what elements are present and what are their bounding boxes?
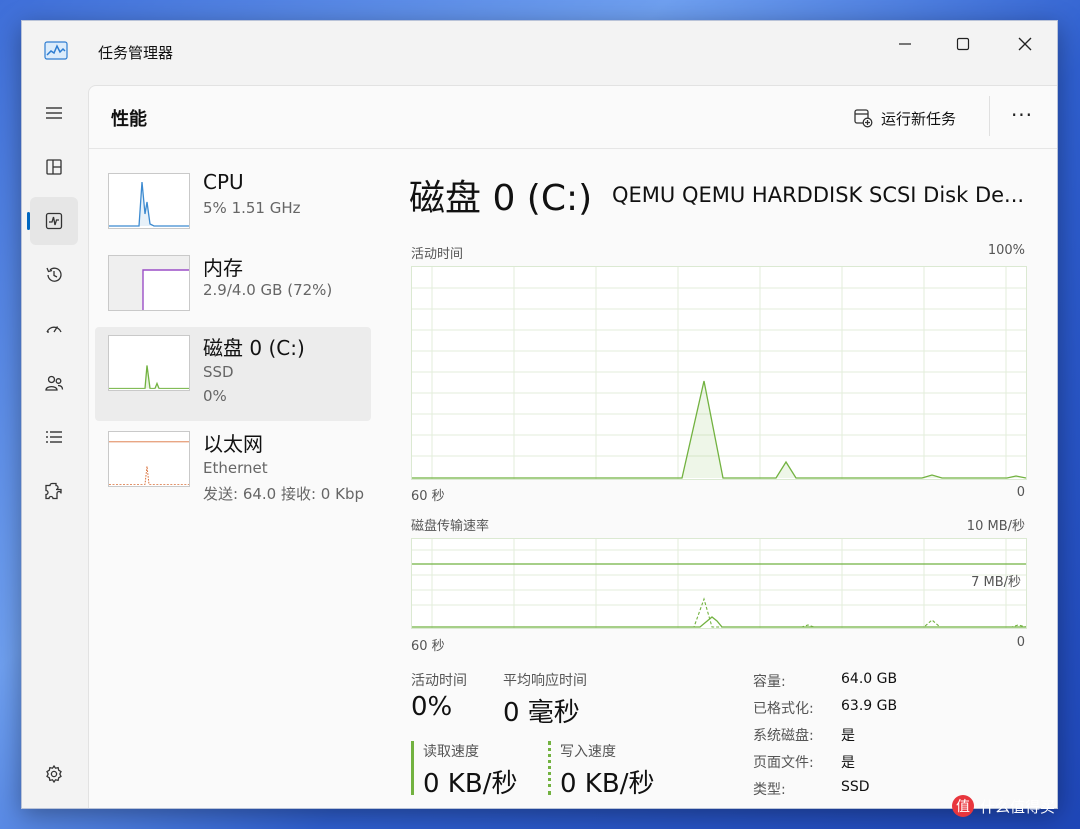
nav-settings[interactable]: [30, 750, 78, 798]
disk-thumbnail-graph: [108, 335, 190, 391]
read-speed-label: 读取速度: [423, 744, 479, 760]
transfer-graph-min: 0: [1016, 635, 1025, 650]
formatted-value: 63.9 GB: [841, 698, 898, 714]
device-list: CPU 5% 1.51 GHz 内存 2.9/4.0 GB (72%) 磁盘 0…: [89, 149, 379, 808]
minimize-button[interactable]: [882, 27, 928, 61]
read-speed-indicator: [411, 741, 414, 795]
nav-processes[interactable]: [30, 143, 78, 191]
window-title: 任务管理器: [98, 44, 174, 62]
disk-detail-panel: 磁盘 0 (C:) QEMU QEMU HARDDISK SCSI Disk D…: [409, 149, 1029, 808]
header-divider: [989, 96, 990, 136]
transfer-graph-mid: 7 MB/秒: [971, 575, 1021, 590]
device-stats: 5% 1.51 GHz: [203, 199, 301, 217]
watermark-badge: 值: [952, 795, 974, 817]
activity-graph-max: 100%: [987, 243, 1025, 258]
write-speed-label: 写入速度: [560, 744, 616, 760]
transfer-graph-label: 磁盘传输速率: [411, 519, 490, 534]
nav-app-history[interactable]: [30, 251, 78, 299]
performance-page: 性能 运行新任务 ··· CPU 5% 1.51 GHz 内存 2.9/4.0 …: [88, 85, 1057, 808]
system-disk-value: 是: [841, 728, 855, 744]
memory-thumbnail-graph: [108, 255, 190, 311]
task-manager-app-icon: [44, 39, 68, 63]
task-manager-window: 任务管理器 性能 运行新任务 ··· CPU 5% 1.51 GHz 内存 2.…: [21, 20, 1058, 809]
page-title: 性能: [111, 109, 147, 130]
details-icon: [46, 431, 62, 443]
processes-icon: [46, 159, 62, 175]
nav-startup[interactable]: [30, 305, 78, 353]
settings-icon: [46, 764, 62, 784]
watermark-text: 什么值得买: [980, 797, 1056, 816]
device-adapter: Ethernet: [203, 459, 268, 477]
activity-time-graph: [411, 266, 1027, 480]
page-file-value: 是: [841, 755, 855, 771]
transfer-rate-graph: [411, 538, 1027, 629]
nav-services[interactable]: [30, 467, 78, 515]
page-file-label: 页面文件:: [753, 755, 814, 771]
run-new-task-button[interactable]: 运行新任务: [853, 104, 956, 132]
activity-graph-time: 60 秒: [411, 489, 445, 504]
site-watermark: 值 什么值得买: [952, 795, 1055, 817]
run-new-task-label: 运行新任务: [881, 109, 957, 128]
menu-button[interactable]: [30, 89, 78, 137]
device-stats: 2.9/4.0 GB (72%): [203, 281, 333, 299]
maximize-icon: [956, 37, 970, 51]
type-value: SSD: [841, 779, 870, 795]
device-type: SSD: [203, 363, 234, 381]
navigation-rail: [22, 85, 86, 808]
transfer-graph-time: 60 秒: [411, 639, 445, 654]
type-label: 类型:: [753, 782, 786, 798]
activity-graph-label: 活动时间: [411, 247, 464, 262]
page-header: 性能 运行新任务 ···: [89, 86, 1057, 149]
close-button[interactable]: [1002, 27, 1048, 61]
run-task-icon: [854, 109, 873, 128]
write-speed-value: 0 KB/秒: [560, 769, 655, 799]
avg-response-value: 0 毫秒: [503, 698, 580, 728]
close-icon: [1018, 37, 1032, 51]
device-name: CPU: [203, 170, 244, 194]
app-history-icon: [46, 267, 62, 282]
write-speed-indicator: [548, 741, 551, 795]
activity-graph-min: 0: [1016, 485, 1025, 500]
services-icon: [45, 482, 62, 500]
title-bar: 任务管理器: [22, 21, 1057, 85]
device-stats: 发送: 64.0 接收: 0 Kbp: [203, 485, 365, 503]
capacity-value: 64.0 GB: [841, 671, 898, 687]
users-icon: [45, 375, 64, 391]
device-name: 以太网: [203, 432, 263, 456]
startup-icon: [46, 326, 62, 333]
capacity-label: 容量:: [753, 674, 786, 690]
device-item-ethernet[interactable]: 以太网 Ethernet 发送: 64.0 接收: 0 Kbp: [95, 423, 371, 517]
ethernet-thumbnail-graph: [108, 431, 190, 487]
minimize-icon: [899, 43, 911, 45]
transfer-graph-max: 10 MB/秒: [966, 519, 1025, 534]
active-time-value: 0%: [411, 692, 453, 722]
formatted-label: 已格式化:: [753, 701, 814, 717]
disk-title: 磁盘 0 (C:): [409, 178, 593, 219]
device-name: 磁盘 0 (C:): [203, 336, 305, 360]
device-stats: 0%: [203, 387, 227, 405]
device-item-cpu[interactable]: CPU 5% 1.51 GHz: [95, 165, 371, 259]
active-time-label: 活动时间: [411, 673, 467, 689]
maximize-button[interactable]: [940, 27, 986, 61]
nav-users[interactable]: [30, 359, 78, 407]
nav-details[interactable]: [30, 413, 78, 461]
device-name: 内存: [203, 256, 243, 280]
more-options-button[interactable]: ···: [1005, 105, 1039, 128]
menu-icon: [46, 107, 62, 119]
cpu-thumbnail-graph: [108, 173, 190, 229]
device-item-disk-0[interactable]: 磁盘 0 (C:) SSD 0%: [95, 327, 371, 421]
nav-performance[interactable]: [27, 197, 78, 245]
system-disk-label: 系统磁盘:: [753, 728, 814, 744]
avg-response-label: 平均响应时间: [503, 673, 587, 689]
performance-icon: [45, 212, 63, 230]
read-speed-value: 0 KB/秒: [423, 769, 518, 799]
disk-model: QEMU QEMU HARDDISK SCSI Disk De...: [612, 183, 1025, 207]
